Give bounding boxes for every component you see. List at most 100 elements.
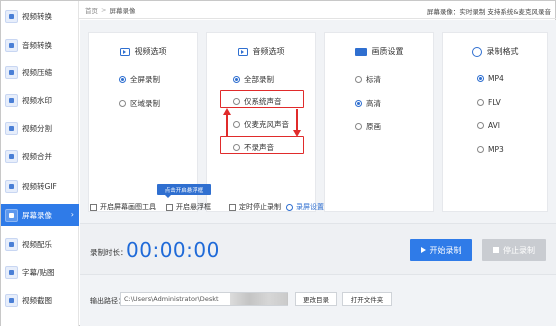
audio-convert-icon xyxy=(5,38,18,52)
annotation-box-system-sound xyxy=(220,90,304,108)
sidebar-item-label: 视频水印 xyxy=(22,95,52,105)
checkbox-box xyxy=(229,203,236,211)
top-bar: 首页 > 屏幕录像 屏幕录像：实时录制 支持系统&麦克风录音 xyxy=(79,1,556,19)
radio-dot xyxy=(233,121,240,128)
sidebar-item-video-watermark[interactable]: 视频水印 xyxy=(1,89,79,111)
radio-quality-original[interactable]: 原画 xyxy=(355,121,381,132)
checkbox-box xyxy=(166,203,173,211)
breadcrumb-current: 屏幕录像 xyxy=(109,6,136,15)
radio-fullscreen-record[interactable]: 全屏录制 xyxy=(119,74,160,85)
sidebar-item-label: 音频转换 xyxy=(22,40,52,50)
sidebar-item-label: 视频转GIF xyxy=(22,181,57,191)
radio-label: 标清 xyxy=(366,75,381,84)
video-convert-icon xyxy=(5,9,18,23)
radio-dot xyxy=(477,122,484,129)
subtitle-icon xyxy=(5,265,18,279)
sidebar: 视频转换 音频转换 视频压缩 视频水印 视频分割 视频合并 视频转GIF 屏幕录… xyxy=(1,1,79,326)
timer-row: 录制时长： 00:00:00 开始录制 停止录制 xyxy=(80,223,556,275)
stop-record-label: 停止录制 xyxy=(503,245,535,255)
start-record-button[interactable]: 开始录制 xyxy=(410,239,472,261)
record-format-title: 录制格式 xyxy=(486,47,519,56)
radio-label: 仅麦克风声音 xyxy=(244,120,289,129)
play-icon xyxy=(420,247,426,253)
quality-settings-title: 画质设置 xyxy=(371,47,404,56)
record-settings-link[interactable]: 录屏设置 xyxy=(286,202,324,212)
video-music-icon xyxy=(5,237,18,251)
sidebar-item-subtitle[interactable]: 字幕/贴图 xyxy=(1,261,79,283)
radio-dot xyxy=(477,99,484,106)
sidebar-item-video-music[interactable]: 视频配乐 xyxy=(1,233,79,255)
sidebar-item-video-convert[interactable]: 视频转换 xyxy=(1,5,79,27)
sidebar-item-video-compress[interactable]: 视频压缩 xyxy=(1,61,79,83)
record-duration-value: 00:00:00 xyxy=(126,238,220,262)
sidebar-item-label: 屏幕录像 xyxy=(22,210,52,220)
record-duration-label: 录制时长： xyxy=(90,248,128,257)
radio-quality-hd[interactable]: 高清 xyxy=(355,98,381,109)
radio-label: 区域录制 xyxy=(130,99,160,108)
radio-format-mp4[interactable]: MP4 xyxy=(477,74,504,83)
output-path-row: 输出路径： C:\Users\Administrator\Deskt 更改目录 … xyxy=(80,288,556,310)
sidebar-item-label: 字幕/贴图 xyxy=(22,267,55,277)
checkbox-floating-window[interactable]: 开启悬浮框 xyxy=(166,202,211,212)
hd-icon xyxy=(354,47,367,56)
radio-label: 全屏录制 xyxy=(130,75,160,84)
main-panel: 视频选项 全屏录制 区域录制 音频选项 全部录制 仅系统声音 仅麦克风声音 不录… xyxy=(80,20,556,326)
record-settings-label: 录屏设置 xyxy=(296,203,324,211)
radio-label: 高清 xyxy=(366,99,381,108)
floating-window-tooltip: 点击开启悬浮框 xyxy=(157,184,211,198)
quality-settings-card: 画质设置 标清 高清 原画 xyxy=(324,32,434,212)
radio-dot xyxy=(233,76,240,83)
video-merge-icon xyxy=(5,149,18,163)
card-title: 画质设置 xyxy=(325,46,433,57)
change-directory-button[interactable]: 更改目录 xyxy=(295,292,337,306)
radio-label: MP4 xyxy=(488,74,504,83)
radio-quality-sd[interactable]: 标清 xyxy=(355,74,381,85)
video-options-icon xyxy=(119,47,130,56)
output-path-redacted xyxy=(230,293,288,305)
sidebar-item-label: 视频配乐 xyxy=(22,239,52,249)
radio-region-record[interactable]: 区域录制 xyxy=(119,98,160,109)
breadcrumb-separator: > xyxy=(101,5,107,14)
sidebar-item-audio-convert[interactable]: 音频转换 xyxy=(1,34,79,56)
radio-dot xyxy=(119,76,126,83)
radio-format-avi[interactable]: AVI xyxy=(477,121,500,130)
video-options-title: 视频选项 xyxy=(134,47,167,56)
radio-label: 原画 xyxy=(366,122,381,131)
radio-label: MP3 xyxy=(488,145,504,154)
video-gif-icon xyxy=(5,179,18,193)
video-compress-icon xyxy=(5,65,18,79)
radio-format-mp3[interactable]: MP3 xyxy=(477,145,504,154)
radio-format-flv[interactable]: FLV xyxy=(477,98,501,107)
card-title: 音频选项 xyxy=(207,46,315,57)
start-record-label: 开始录制 xyxy=(429,245,462,255)
card-title: 视频选项 xyxy=(89,46,197,57)
layers-icon xyxy=(471,46,482,57)
audio-options-title: 音频选项 xyxy=(252,47,285,56)
stop-record-button[interactable]: 停止录制 xyxy=(482,239,546,261)
sidebar-item-video-split[interactable]: 视频分割 xyxy=(1,117,79,139)
radio-dot xyxy=(119,100,126,107)
stop-icon xyxy=(493,247,499,253)
checkbox-label: 开启屏幕画图工具 xyxy=(100,203,156,211)
sidebar-item-screen-record[interactable]: 屏幕录像 › xyxy=(1,204,79,226)
open-folder-button[interactable]: 打开文件夹 xyxy=(342,292,392,306)
sidebar-item-video-screenshot[interactable]: 视频截图 xyxy=(1,289,79,311)
radio-dot xyxy=(355,100,362,107)
radio-dot xyxy=(477,75,484,82)
extra-options-row: 开启屏幕画图工具 开启悬浮框 定时停止录制 录屏设置 xyxy=(88,198,548,214)
radio-mic-only[interactable]: 仅麦克风声音 xyxy=(233,119,289,130)
checkbox-timed-stop[interactable]: 定时停止录制 xyxy=(229,202,281,212)
radio-dot xyxy=(355,76,362,83)
sidebar-item-video-merge[interactable]: 视频合并 xyxy=(1,145,79,167)
checkbox-box xyxy=(90,203,97,211)
radio-label: AVI xyxy=(488,121,500,130)
radio-record-all[interactable]: 全部录制 xyxy=(233,74,274,85)
screen-record-icon xyxy=(5,208,18,222)
checkbox-label: 开启悬浮框 xyxy=(176,203,211,211)
checkbox-draw-tool[interactable]: 开启屏幕画图工具 xyxy=(90,202,156,212)
breadcrumb-home[interactable]: 首页 xyxy=(85,5,98,15)
video-split-icon xyxy=(5,121,18,135)
sidebar-item-label: 视频截图 xyxy=(22,295,52,305)
header-tip: 屏幕录像：实时录制 支持系统&麦克风录音 xyxy=(426,8,551,16)
sidebar-item-video-gif[interactable]: 视频转GIF xyxy=(1,175,79,197)
